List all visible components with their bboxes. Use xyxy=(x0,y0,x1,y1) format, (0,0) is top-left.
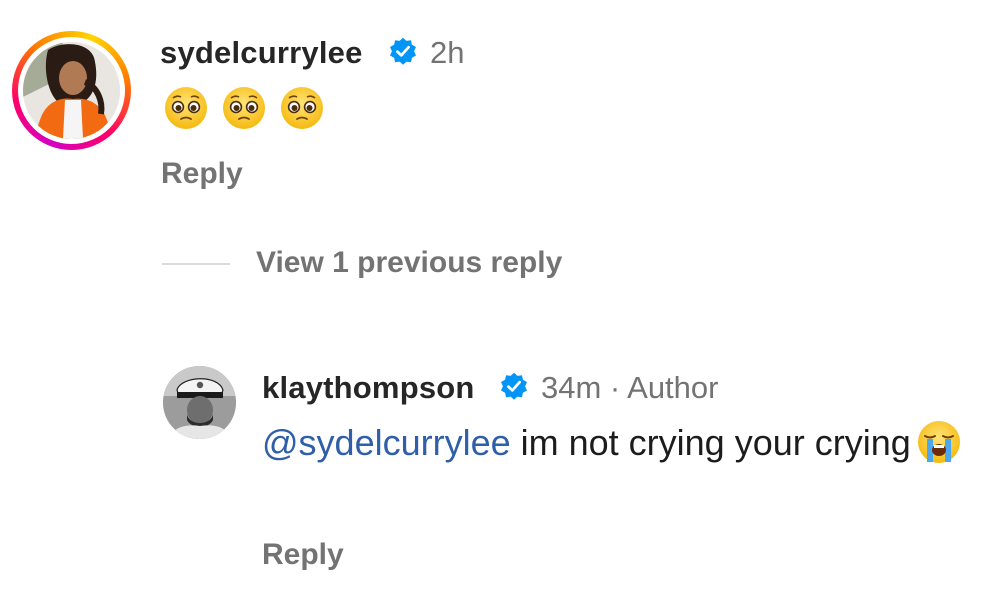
comment-timestamp: 2h xyxy=(430,35,465,70)
loudly-crying-face-icon xyxy=(917,421,960,463)
reply-username[interactable]: klaythompson xyxy=(262,370,475,406)
reply-meta: 34m · Author xyxy=(541,370,719,405)
comment-username[interactable]: sydelcurrylee xyxy=(160,35,363,71)
avatar[interactable] xyxy=(163,366,236,439)
reply-button[interactable]: Reply xyxy=(161,157,243,191)
comment-body-emojis xyxy=(164,86,324,130)
reply-body: im not crying your crying xyxy=(510,422,911,463)
reply-button[interactable]: Reply xyxy=(262,538,344,572)
replies-divider xyxy=(162,263,230,265)
pleading-face-icon xyxy=(281,87,323,129)
pleading-face-icon xyxy=(223,87,265,129)
avatar xyxy=(23,42,120,139)
reply-comment-text: @sydelcurrylee im not crying your crying xyxy=(262,420,962,466)
pleading-face-icon xyxy=(165,87,207,129)
view-previous-replies-button[interactable]: View 1 previous reply xyxy=(256,246,562,280)
story-ring-avatar[interactable] xyxy=(12,31,131,150)
verified-badge-icon xyxy=(501,372,527,400)
verified-badge-icon xyxy=(390,37,416,65)
mention-link[interactable]: @sydelcurrylee xyxy=(262,422,511,463)
